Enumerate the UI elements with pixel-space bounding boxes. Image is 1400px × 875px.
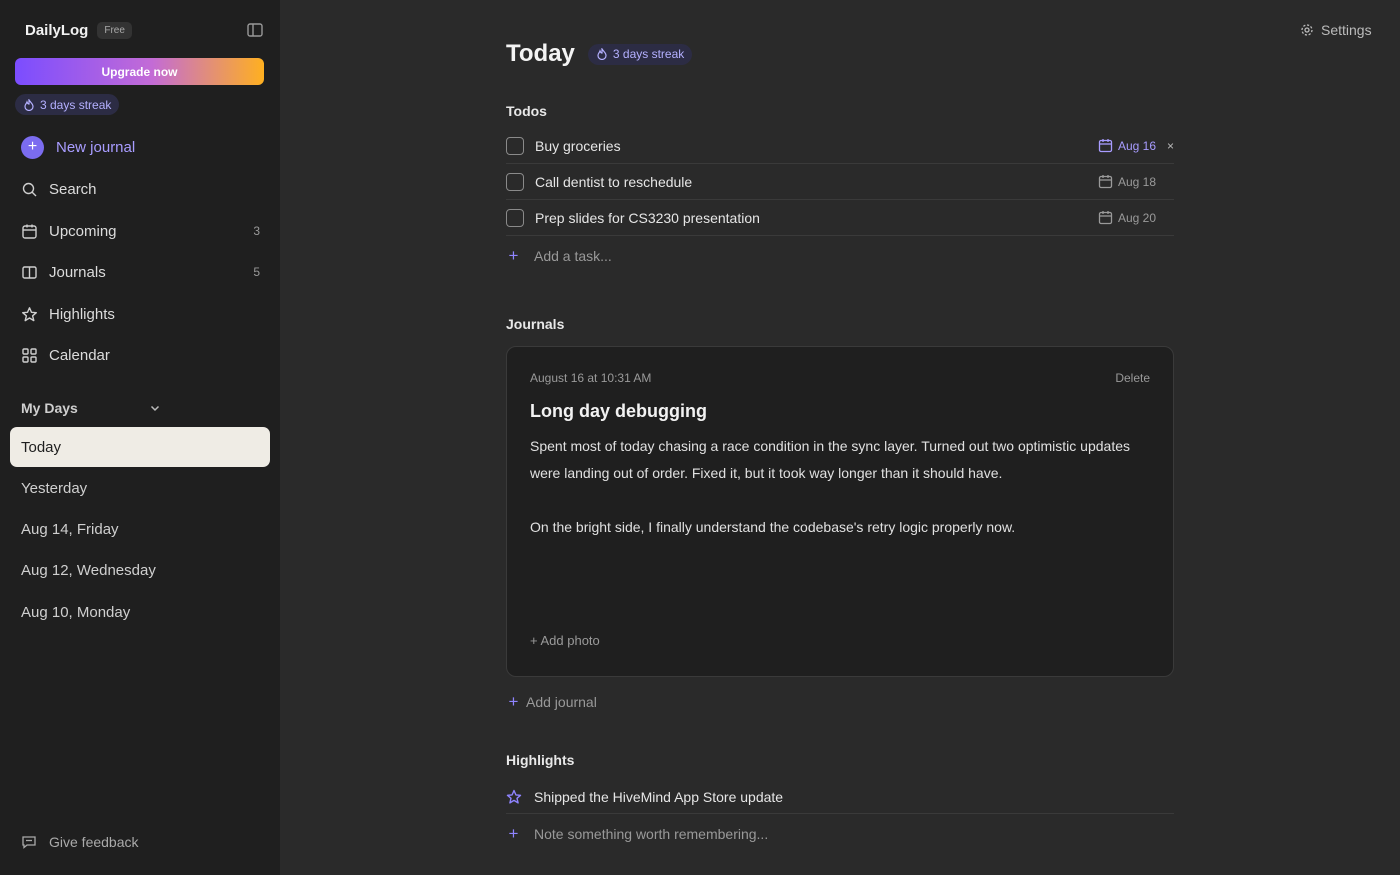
chevron-down-icon [150, 405, 160, 412]
search-icon [22, 182, 37, 196]
grid-icon [22, 347, 37, 363]
journal-card: August 16 at 10:31 AM Delete Long day de… [506, 346, 1174, 677]
day-item-aug-12[interactable]: Aug 12, Wednesday [10, 550, 270, 590]
todos-heading: Todos [506, 103, 547, 119]
brand-row: DailyLog Free [25, 22, 132, 39]
add-journal-label: Add journal [526, 694, 597, 710]
day-item-aug-10[interactable]: Aug 10, Monday [10, 592, 270, 632]
sidebar-item-search[interactable]: Search [21, 175, 266, 203]
new-journal-label: New journal [56, 138, 136, 156]
calendar-icon [1098, 139, 1113, 153]
highlight-text: Shipped the HiveMind App Store update [534, 788, 784, 805]
add-task-label: Add a task... [534, 248, 612, 264]
todo-text[interactable]: Call dentist to reschedule [535, 174, 692, 190]
todo-row: Call dentist to reschedule Aug 18 [506, 164, 1174, 200]
todo-date-label: Aug 18 [1117, 174, 1156, 189]
sidebar-item-label: Calendar [49, 346, 110, 364]
star-icon [506, 789, 522, 804]
calendar-icon [22, 224, 37, 239]
flame-icon [597, 48, 607, 60]
star-icon [22, 306, 38, 321]
add-photo-button[interactable]: + Add photo [530, 633, 600, 648]
delete-journal-button[interactable]: Delete [1115, 371, 1150, 385]
sidebar-item-label: Upcoming [49, 222, 117, 240]
give-feedback-button[interactable]: Give feedback [21, 834, 139, 850]
sidebar-item-journals[interactable]: Journals 5 [21, 258, 266, 286]
journal-title[interactable]: Long day debugging [530, 401, 707, 422]
app-name: DailyLog [25, 22, 89, 39]
todo-date-label: Aug 16 [1117, 138, 1156, 153]
todo-checkbox[interactable] [506, 172, 524, 191]
add-highlight-label: Note something worth remembering... [534, 826, 769, 842]
day-item-today[interactable]: Today [10, 427, 270, 467]
settings-label: Settings [1321, 22, 1372, 38]
journal-paragraph: Spent most of today chasing a race condi… [530, 438, 1131, 481]
sidebar-item-label: Journals [49, 263, 106, 281]
day-item-yesterday[interactable]: Yesterday [10, 468, 270, 508]
message-icon [22, 836, 36, 849]
sidebar-item-calendar[interactable]: Calendar [21, 341, 266, 369]
todo-date[interactable]: Aug 16 [1098, 138, 1156, 153]
todo-checkbox[interactable] [506, 136, 524, 155]
journals-heading: Journals [506, 316, 565, 332]
todo-date[interactable]: Aug 20 [1098, 210, 1156, 225]
journal-paragraph: On the bright side, I finally understand… [530, 519, 1016, 535]
calendar-icon [1098, 211, 1113, 225]
my-days-toggle[interactable]: My Days [21, 400, 161, 416]
gear-icon [1301, 24, 1313, 36]
add-task-button[interactable]: + Add a task... [506, 246, 612, 266]
page-header: Today 3 days streak [506, 40, 693, 68]
sidebar-item-label: Search [49, 180, 97, 198]
plus-icon: + [21, 135, 44, 159]
sidebar: DailyLog Free Upgrade now 3 days streak … [0, 0, 280, 875]
sidebar-toggle-icon[interactable] [246, 21, 264, 39]
streak-badge: 3 days streak [587, 43, 693, 65]
upcoming-count: 3 [253, 224, 260, 238]
feedback-label: Give feedback [49, 834, 139, 850]
sidebar-item-highlights[interactable]: Highlights [21, 300, 266, 328]
settings-button[interactable]: Settings [1300, 22, 1372, 38]
todo-text[interactable]: Buy groceries [535, 138, 621, 154]
streak-text: 3 days streak [40, 97, 112, 112]
journal-body[interactable]: Spent most of today chasing a race condi… [530, 433, 1150, 541]
journal-timestamp: August 16 at 10:31 AM [530, 371, 652, 385]
todo-row: Buy groceries Aug 16 × [506, 128, 1174, 164]
add-journal-button[interactable]: + Add journal [506, 692, 597, 712]
streak-badge: 3 days streak [15, 94, 120, 115]
upgrade-button[interactable]: Upgrade now [15, 58, 264, 85]
remove-date-button[interactable]: × [1156, 139, 1174, 153]
todo-row: Prep slides for CS3230 presentation Aug … [506, 200, 1174, 236]
todo-date-label: Aug 20 [1117, 210, 1156, 225]
plus-icon: + [508, 824, 519, 843]
todo-date[interactable]: Aug 18 [1098, 174, 1156, 189]
new-journal-button[interactable]: + New journal [21, 133, 266, 161]
highlights-heading: Highlights [506, 752, 575, 768]
section-title: My Days [21, 400, 78, 416]
flame-icon [24, 98, 34, 111]
todo-text[interactable]: Prep slides for CS3230 presentation [535, 210, 760, 226]
book-icon [22, 265, 37, 279]
add-highlight-button[interactable]: + Note something worth remembering... [506, 824, 769, 844]
highlight-row[interactable]: Shipped the HiveMind App Store update [506, 780, 1174, 814]
sidebar-item-label: Highlights [49, 305, 115, 323]
sidebar-item-upcoming[interactable]: Upcoming 3 [21, 217, 266, 245]
journals-count: 5 [253, 265, 260, 279]
day-item-aug-14[interactable]: Aug 14, Friday [10, 509, 270, 549]
todo-checkbox[interactable] [506, 208, 524, 227]
plus-icon: + [508, 692, 519, 711]
streak-text: 3 days streak [612, 47, 685, 61]
page-title: Today [506, 40, 575, 67]
calendar-icon [1098, 175, 1113, 189]
plan-badge: Free [97, 22, 132, 39]
plus-icon: + [508, 246, 519, 265]
